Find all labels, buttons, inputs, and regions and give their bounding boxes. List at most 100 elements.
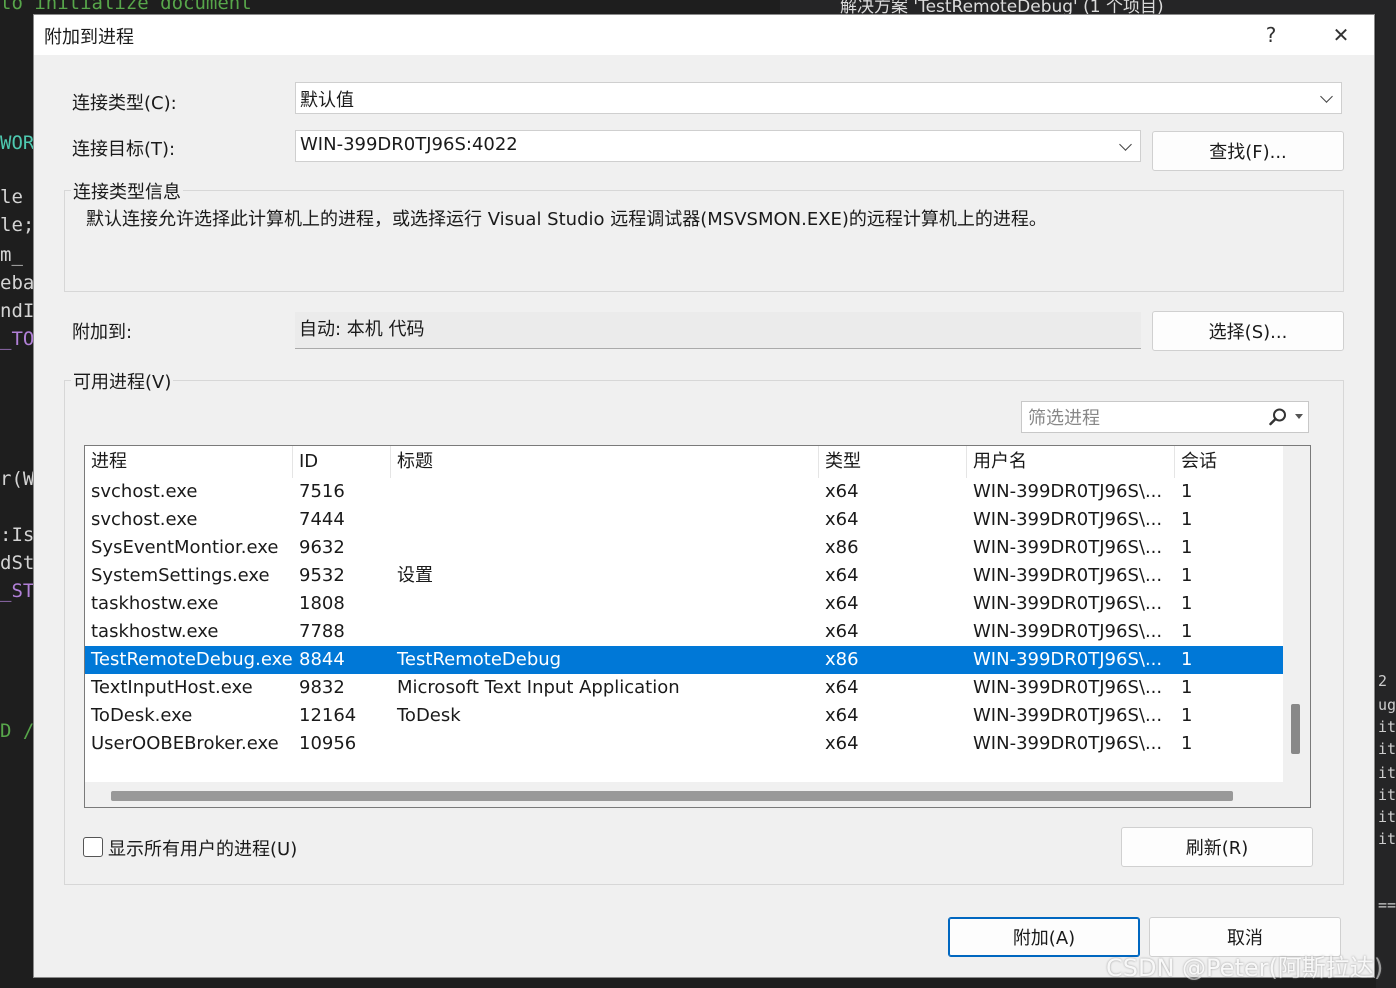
attach-to-label: 附加到:	[72, 322, 133, 343]
cell-session: 1	[1181, 649, 1193, 670]
cell-session: 1	[1181, 733, 1193, 754]
refresh-button[interactable]: 刷新(R)	[1121, 827, 1313, 867]
column-header-session[interactable]: 会话	[1175, 446, 1283, 478]
output-fragment: it	[1378, 764, 1396, 782]
cell-user: WIN-399DR0TJ96S\...	[973, 593, 1163, 614]
output-fragment: ug	[1378, 696, 1396, 714]
select-code-type-button[interactable]: 选择(S)...	[1152, 311, 1344, 351]
code-fragment: _ST	[0, 580, 34, 602]
code-fragment: le;	[0, 214, 34, 236]
cell-title: TestRemoteDebug	[397, 649, 562, 670]
cell-id: 9632	[299, 537, 345, 558]
column-header-id[interactable]: ID	[293, 446, 391, 478]
code-fragment: le	[0, 186, 23, 208]
column-header-title[interactable]: 标题	[391, 446, 819, 478]
show-all-users-label[interactable]: 显示所有用户的进程(U)	[108, 835, 297, 861]
cell-session: 1	[1181, 593, 1193, 614]
table-row[interactable]: ToDesk.exe 12164 ToDesk x64 WIN-399DR0TJ96S\…	[85, 702, 1283, 730]
cell-type: x64	[825, 621, 859, 642]
cell-process: UserOOBEBroker.exe	[91, 733, 279, 754]
table-row[interactable]: SystemSettings.exe 9532 设置 x64 WIN-399DR0TJ9…	[85, 562, 1283, 590]
cell-type: x64	[825, 509, 859, 530]
cell-process: SysEventMontior.exe	[91, 537, 279, 558]
close-button[interactable]: ✕	[1318, 15, 1364, 55]
cell-session: 1	[1181, 705, 1193, 726]
help-button[interactable]: ?	[1248, 15, 1294, 55]
table-row[interactable]: UserOOBEBroker.exe 10956 x64 WIN-399DR0TJ96…	[85, 730, 1283, 758]
cell-user: WIN-399DR0TJ96S\...	[973, 677, 1163, 698]
cell-process: ToDesk.exe	[91, 705, 193, 726]
cell-type: x64	[825, 481, 859, 502]
chevron-down-icon	[1119, 138, 1132, 151]
table-row[interactable]: svchost.exe 7444 x64 WIN-399DR0TJ96S\... 1	[85, 506, 1283, 534]
column-header-type[interactable]: 类型	[819, 446, 967, 478]
cell-type: x64	[825, 593, 859, 614]
cell-title	[391, 506, 819, 534]
code-fragment: dSt	[0, 552, 34, 574]
cell-type: x64	[825, 677, 859, 698]
cell-session: 1	[1181, 677, 1193, 698]
code-fragment: WOR	[0, 132, 34, 154]
connection-target-label: 连接目标(T):	[72, 139, 176, 160]
output-fragment: it	[1378, 740, 1396, 758]
connection-info-group-title: 连接类型信息	[71, 178, 183, 204]
attach-to-field: 自动: 本机 代码	[295, 312, 1141, 349]
find-button[interactable]: 查找(F)...	[1152, 131, 1344, 171]
table-row[interactable]: taskhostw.exe 7788 x64 WIN-399DR0TJ96S\... 1	[85, 618, 1283, 646]
cell-user: WIN-399DR0TJ96S\...	[973, 565, 1163, 586]
attach-to-value: 自动: 本机 代码	[299, 319, 425, 340]
cell-user: WIN-399DR0TJ96S\...	[973, 649, 1163, 670]
connection-target-combobox[interactable]: WIN-399DR0TJ96S:4022	[295, 130, 1141, 162]
watermark: CSDN @Peter(阿斯拉达)	[1106, 954, 1384, 982]
output-fragment: it	[1378, 830, 1396, 848]
code-fragment: r(W	[0, 468, 34, 490]
cell-id: 7788	[299, 621, 345, 642]
table-row[interactable]: taskhostw.exe 1808 x64 WIN-399DR0TJ96S\... 1	[85, 590, 1283, 618]
horizontal-scrollbar[interactable]	[85, 782, 1310, 807]
cell-id: 1808	[299, 593, 345, 614]
cell-title	[391, 534, 819, 562]
cell-session: 1	[1181, 481, 1193, 502]
cell-title	[391, 478, 819, 506]
filter-processes-input[interactable]	[1022, 402, 1260, 434]
output-fragment: it	[1378, 786, 1396, 804]
show-all-users-checkbox[interactable]	[83, 837, 103, 857]
process-list-header: 进程 ID 标题 类型 用户名 会话	[85, 446, 1283, 478]
table-row[interactable]: SysEventMontior.exe 9632 x86 WIN-399DR0TJ96…	[85, 534, 1283, 562]
cell-process: svchost.exe	[91, 481, 198, 502]
code-fragment: ndI	[0, 300, 34, 322]
process-list[interactable]: 进程 ID 标题 类型 用户名 会话 svchost.exe 7516 x64 WIN…	[84, 445, 1311, 808]
cell-type: x64	[825, 565, 859, 586]
cell-process: svchost.exe	[91, 509, 198, 530]
vertical-scrollbar[interactable]	[1283, 446, 1310, 782]
connection-type-value: 默认值	[300, 90, 354, 111]
code-line: to initialize document	[0, 0, 252, 14]
cell-id: 7516	[299, 481, 345, 502]
table-row[interactable]: TextInputHost.exe 9832 Microsoft Text Inpu…	[85, 674, 1283, 702]
cell-user: WIN-399DR0TJ96S\...	[973, 733, 1163, 754]
cell-type: x64	[825, 733, 859, 754]
cell-id: 9532	[299, 565, 345, 586]
cell-process: TextInputHost.exe	[91, 677, 253, 698]
search-icon[interactable]	[1268, 407, 1288, 427]
cell-type: x86	[825, 537, 859, 558]
code-fragment: D /	[0, 720, 34, 742]
dropdown-arrow-icon[interactable]	[1295, 414, 1303, 419]
connection-type-dropdown[interactable]: 默认值	[295, 82, 1342, 114]
cell-user: WIN-399DR0TJ96S\...	[973, 705, 1163, 726]
cell-process: taskhostw.exe	[91, 621, 219, 642]
output-fragment: 2 -	[1378, 672, 1396, 690]
column-header-process[interactable]: 进程	[85, 446, 293, 478]
table-row[interactable]: svchost.exe 7516 x64 WIN-399DR0TJ96S\... 1	[85, 478, 1283, 506]
column-header-user[interactable]: 用户名	[967, 446, 1175, 478]
vertical-scroll-thumb[interactable]	[1291, 704, 1300, 754]
code-fragment: m_	[0, 244, 23, 266]
horizontal-scroll-thumb[interactable]	[111, 791, 1233, 801]
cell-process: TestRemoteDebug.exe	[91, 649, 293, 670]
table-row-selected[interactable]: TestRemoteDebug.exe 8844 TestRemoteDebug x8…	[85, 646, 1283, 674]
cell-user: WIN-399DR0TJ96S\...	[973, 509, 1163, 530]
code-fragment: :Is	[0, 524, 34, 546]
cell-user: WIN-399DR0TJ96S\...	[973, 621, 1163, 642]
cell-id: 7444	[299, 509, 345, 530]
output-fragment: it	[1378, 718, 1396, 736]
